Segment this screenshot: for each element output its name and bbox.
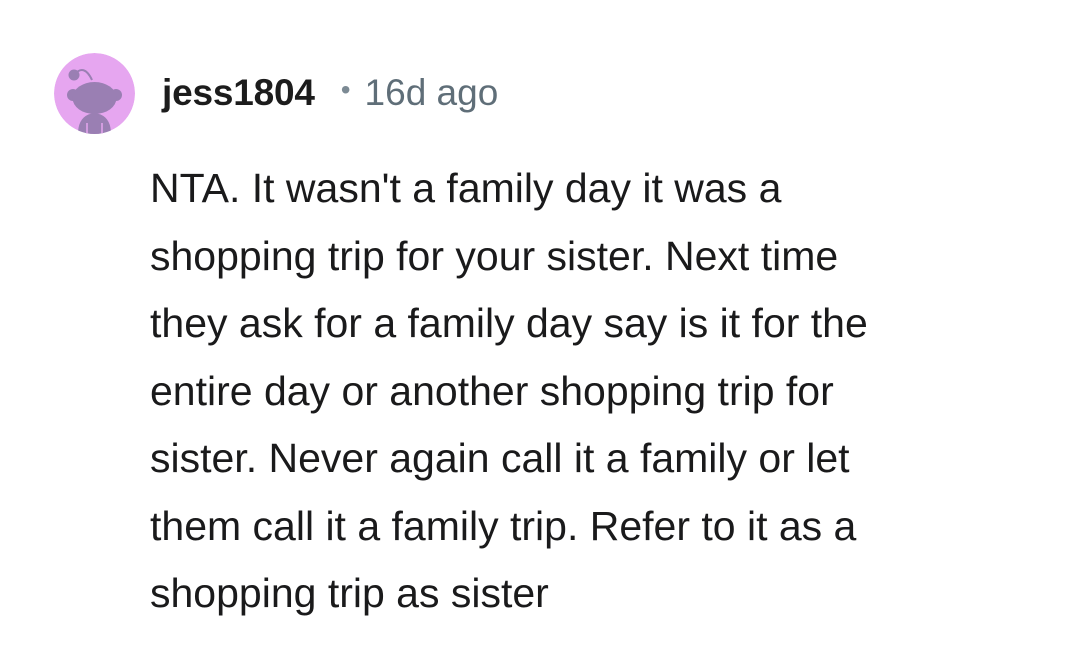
comment-line: they ask for a family day say is it for … <box>150 300 868 346</box>
timestamp: 16d ago <box>364 72 499 113</box>
reddit-snoo-avatar-icon <box>54 53 135 134</box>
comment-line: NTA. It wasn't a family day it was a <box>150 165 782 211</box>
comment-line: shopping trip for your sister. Next time <box>150 232 839 279</box>
comment-line: sister. Never again call it a family or … <box>150 435 850 481</box>
comment-line: entire day or another shopping trip for <box>150 367 834 414</box>
comment-header: jess1804 • 16d ago <box>162 68 498 118</box>
comment-line: shopping trip as sister <box>150 570 549 616</box>
user-avatar[interactable] <box>54 53 135 134</box>
separator-dot: • <box>340 74 351 105</box>
comment: jess1804 • 16d ago NTA. It wasn't a fami… <box>0 0 1080 654</box>
comment-body: NTA. It wasn't a family day it was a sho… <box>150 155 1030 628</box>
username[interactable]: jess1804 <box>162 72 315 114</box>
comment-line: them call it a family trip. Refer to it … <box>150 502 857 549</box>
